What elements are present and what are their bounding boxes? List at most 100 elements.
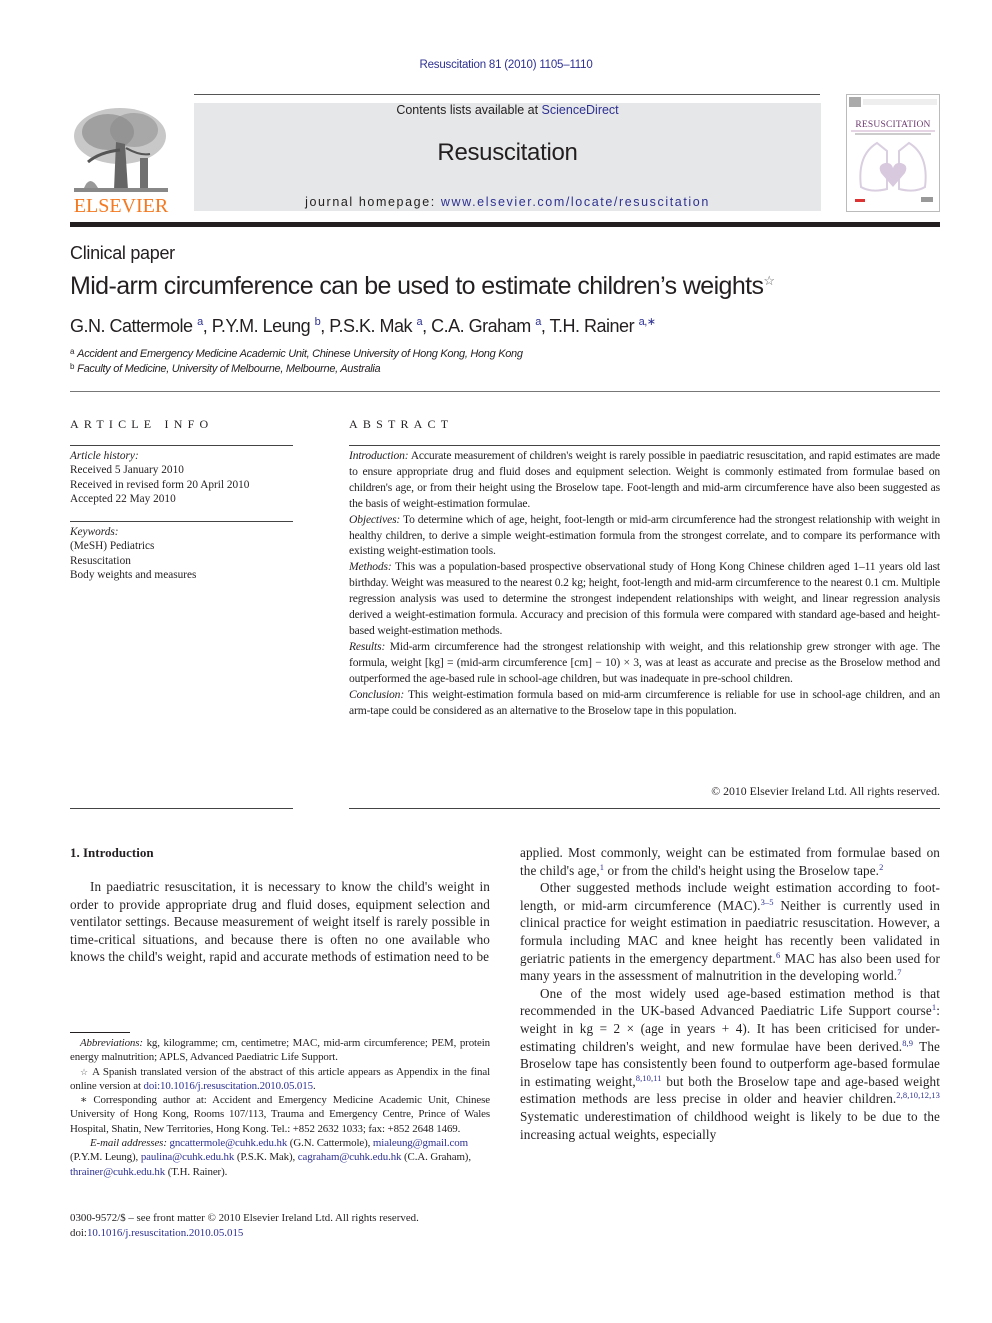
email-owner: (P.S.K. Mak), xyxy=(234,1151,296,1164)
keywords-label: Keywords: xyxy=(70,526,119,538)
text: or from the child's height using the Bro… xyxy=(604,862,880,878)
journal-name: Resuscitation xyxy=(437,139,578,166)
citation-link[interactable]: 2 xyxy=(879,862,883,872)
abstract-rule xyxy=(349,445,940,446)
abstract-section-label: Conclusion: xyxy=(349,687,405,701)
sciencedirect-link[interactable]: ScienceDirect xyxy=(542,103,619,117)
paragraph: One of the most widely used age-based es… xyxy=(520,985,940,1143)
doi-link[interactable]: doi:10.1016/j.resuscitation.2010.05.015 xyxy=(144,1080,314,1092)
abstract-section-text: This weight-estimation formula based on … xyxy=(349,687,940,717)
email-link[interactable]: gncattermole@cuhk.edu.hk xyxy=(169,1137,287,1149)
elsevier-logo: ELSEVIER xyxy=(70,102,172,217)
footnote-emails: E-mail addresses: gncattermole@cuhk.edu.… xyxy=(70,1136,490,1179)
body-column-right: applied. Most commonly, weight can be es… xyxy=(520,844,940,1143)
issn-line: 0300-9572/$ – see front matter © 2010 El… xyxy=(70,1212,419,1224)
article-info-heading: ARTICLE INFO xyxy=(70,417,214,431)
cover-title: RESUSCITATION xyxy=(855,120,930,130)
elsevier-tree-icon: ELSEVIER xyxy=(70,102,172,217)
star-icon: ☆ xyxy=(80,1066,90,1077)
journal-cover-thumbnail[interactable]: RESUSCITATION xyxy=(846,94,940,212)
citation-link[interactable]: 2,8,10,12,13 xyxy=(896,1090,940,1100)
author: C.A. Graham a, xyxy=(431,316,550,336)
abstract-bottom-rule xyxy=(349,808,940,809)
keyword: Resuscitation xyxy=(70,554,131,567)
author-name: T.H. Rainer xyxy=(549,316,635,336)
article-title: Mid-arm circumference can be used to est… xyxy=(70,272,775,301)
abstract-copyright: © 2010 Elsevier Ireland Ltd. All rights … xyxy=(711,784,940,798)
elsevier-wordmark: ELSEVIER xyxy=(74,195,169,214)
abstract-section-label: Introduction: xyxy=(349,449,409,462)
author-name: P.S.K. Mak xyxy=(329,316,413,336)
abstract-section-text: Mid-arm circumference had the strongest … xyxy=(349,639,940,685)
contents-prefix: Contents lists available at xyxy=(396,103,542,117)
author-name: P.Y.M. Leung xyxy=(211,316,311,336)
abstract-section: Introduction: Accurate measurement of ch… xyxy=(349,448,940,512)
footnote-label: E-mail addresses: xyxy=(90,1137,167,1150)
email-link[interactable]: cagraham@cuhk.edu.hk xyxy=(298,1151,402,1163)
email-owner: (G.N. Cattermole), xyxy=(287,1137,371,1150)
article-info-bottom-rule xyxy=(70,808,293,809)
article-history: Article history: Received 5 January 2010… xyxy=(70,449,300,506)
abstract-section: Results: Mid-arm circumference had the s… xyxy=(349,639,940,687)
footnote-label: Abbreviations: xyxy=(80,1037,143,1049)
email-owner: (T.H. Rainer). xyxy=(165,1165,228,1178)
article-title-text: Mid-arm circumference can be used to est… xyxy=(70,272,764,300)
email-link[interactable]: thrainer@cuhk.edu.hk xyxy=(70,1166,165,1178)
author-list: G.N. Cattermole a, P.Y.M. Leung b, P.S.K… xyxy=(70,315,656,337)
text: One of the most widely used age-based es… xyxy=(520,985,940,1019)
title-footnote-star[interactable]: ☆ xyxy=(763,273,775,288)
doi-line: doi:10.1016/j.resuscitation.2010.05.015 xyxy=(70,1226,500,1241)
journal-homepage-line: journal homepage: www.elsevier.com/locat… xyxy=(194,195,821,209)
citation-link[interactable]: 3–5 xyxy=(761,897,774,907)
author-affiliation-mark[interactable]: a xyxy=(535,316,541,328)
section-type: Clinical paper xyxy=(70,243,175,263)
homepage-prefix: journal homepage: xyxy=(305,195,441,209)
abstract-section: Methods: This was a population-based pro… xyxy=(349,559,940,639)
history-entry: Received in revised form 20 April 2010 xyxy=(70,478,250,491)
author-affiliation-mark[interactable]: b xyxy=(315,316,321,328)
abstract-section-label: Methods: xyxy=(349,560,392,574)
homepage-link[interactable]: www.elsevier.com/locate/resuscitation xyxy=(441,195,710,209)
keyword: (MeSH) Pediatrics xyxy=(70,540,155,553)
citation-link[interactable]: 8,10,11 xyxy=(636,1073,662,1083)
footnote-abbreviations: Abbreviations: kg, kilogramme; cm, centi… xyxy=(70,1036,490,1065)
title-divider xyxy=(70,391,940,392)
journal-reference[interactable]: Resuscitation 81 (2010) 1105–1110 xyxy=(0,59,992,71)
author: G.N. Cattermole a, xyxy=(70,316,212,336)
email-link[interactable]: mialeung@gmail.com xyxy=(373,1137,468,1149)
paragraph: In paediatric resuscitation, it is neces… xyxy=(70,879,490,965)
paragraph: applied. Most commonly, weight can be es… xyxy=(520,844,940,879)
text: . xyxy=(312,1079,316,1092)
doi-prefix: doi: xyxy=(70,1227,87,1240)
affiliation-text: Accident and Emergency Medicine Academic… xyxy=(77,348,523,360)
abstract-section-text: This was a population-based prospective … xyxy=(349,560,940,637)
author-name: G.N. Cattermole xyxy=(70,316,193,336)
author: P.Y.M. Leung b, xyxy=(211,316,330,336)
email-link[interactable]: paulina@cuhk.edu.hk xyxy=(141,1151,235,1163)
author-affiliation-mark[interactable]: a xyxy=(417,316,423,328)
contents-line: Contents lists available at ScienceDirec… xyxy=(194,103,821,117)
abstract-section-text: Accurate measurement of children's weigh… xyxy=(349,449,940,510)
affiliation-mark: b xyxy=(70,362,75,371)
footnote-rule xyxy=(70,1032,130,1033)
journal-cover-icon: RESUSCITATION xyxy=(849,97,937,202)
affiliation: b Faculty of Medicine, University of Melb… xyxy=(70,362,381,375)
text: Systematic underestimation of childhood … xyxy=(520,1108,940,1142)
body-column-left: In paediatric resuscitation, it is neces… xyxy=(70,878,490,966)
citation-link[interactable]: 8,9 xyxy=(902,1038,913,1048)
keywords: Keywords: (MeSH) Pediatrics Resuscitatio… xyxy=(70,525,300,582)
author-affiliation-mark[interactable]: a xyxy=(197,316,203,328)
abstract-body: Introduction: Accurate measurement of ch… xyxy=(349,448,940,718)
abstract-section-label: Results: xyxy=(349,639,386,653)
keywords-rule xyxy=(70,521,293,522)
section-heading-introduction: 1. Introduction xyxy=(70,845,154,860)
footnote-translation: ☆ A Spanish translated version of the ab… xyxy=(70,1065,490,1094)
doi-link[interactable]: 10.1016/j.resuscitation.2010.05.015 xyxy=(87,1227,243,1239)
affiliation-mark: a xyxy=(70,347,75,356)
author-affiliation-mark[interactable]: a,∗ xyxy=(639,316,656,328)
footnote-text: Corresponding author at: Accident and Em… xyxy=(70,1094,490,1135)
citation-link[interactable]: 7 xyxy=(897,967,901,977)
paragraph: Other suggested methods include weight e… xyxy=(520,879,940,985)
abstract-heading: ABSTRACT xyxy=(349,417,454,431)
footnote-corresponding-author: ∗ Corresponding author at: Accident and … xyxy=(70,1093,490,1136)
